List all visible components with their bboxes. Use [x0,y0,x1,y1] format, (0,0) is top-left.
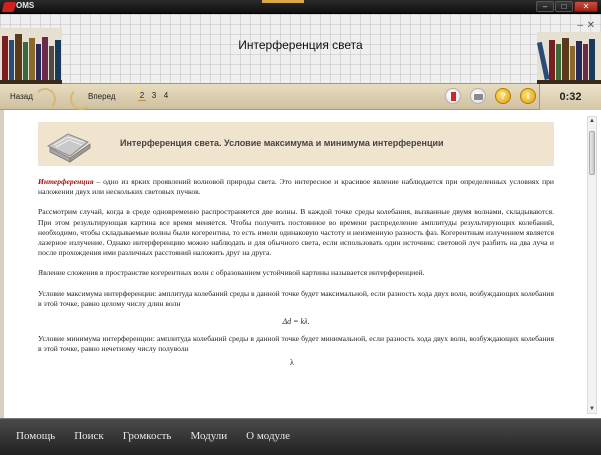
back-button[interactable]: Назад [6,88,64,110]
window-controls: – □ ✕ [536,1,598,12]
app-logo-icon [1,2,17,12]
forward-label: Вперед [88,92,116,101]
menu-volume[interactable]: Громкость [123,430,172,442]
header: Интерференция света – ✕ [0,14,601,84]
content-area: Интерференция света. Условие максимума и… [0,110,601,418]
term-interference: Интерференция [38,177,94,186]
menu-search[interactable]: Поиск [74,430,104,442]
open-book-icon [46,133,91,163]
vertical-scrollbar[interactable]: ▲ ▼ [587,116,597,414]
menu-help[interactable]: Помощь [16,430,55,442]
page-navigation: 2 3 4 [138,91,170,101]
paragraph-maximum: Условие максимума интерференции: амплиту… [38,288,554,308]
panel-minimize-button[interactable]: – [577,20,583,31]
back-arrow-icon [34,88,56,110]
page-title: Интерференция света [238,38,363,52]
scroll-thumb[interactable] [589,131,595,175]
bottom-menu: Помощь Поиск Громкость Модули О модуле [16,430,290,442]
paragraph-minimum: Условие минимума интерференции: амплитуд… [38,334,554,354]
page-link-3[interactable]: 3 [150,91,158,101]
menu-modules[interactable]: Модули [190,430,227,442]
topic-banner: Интерференция света. Условие максимума и… [38,122,554,166]
formula-minimum-partial: λ [290,358,294,368]
bookshelf-right-image [537,32,601,84]
bookshelf-left-image [0,28,62,84]
info-icon[interactable]: i [520,88,536,104]
panel-close-button[interactable]: ✕ [587,20,595,31]
page-link-2[interactable]: 2 [138,91,146,101]
menu-about[interactable]: О модуле [246,430,290,442]
window-titlebar: OMS – □ ✕ [0,0,601,14]
bottom-menu-bar: Помощь Поиск Громкость Модули О модуле [0,418,601,455]
page-link-4[interactable]: 4 [162,91,170,101]
titlebar-accent [262,0,304,3]
paragraph-phenomenon: Явление сложения в пространстве когерент… [38,268,425,278]
toolbar: ? i [445,88,536,104]
forward-button[interactable]: Вперед [70,88,130,110]
navigation-bar: Назад Вперед 2 3 4 ? i 0:32 [0,84,601,110]
close-button[interactable]: ✕ [574,1,598,12]
bookmark-icon[interactable] [445,88,461,104]
maximize-button[interactable]: □ [555,1,573,12]
app-title: OMS [16,1,35,10]
help-icon[interactable]: ? [495,88,511,104]
paragraph-definition: Интерференция – одно из ярких проявлений… [38,177,554,197]
back-label: Назад [10,92,33,101]
scroll-down-icon[interactable]: ▼ [588,405,596,413]
timer: 0:32 [539,84,601,110]
print-icon[interactable] [470,88,486,104]
topic-title: Интерференция света. Условие максимума и… [120,138,444,148]
lesson-content: Интерференция света. Условие максимума и… [34,122,558,416]
paragraph-definition-text: – одно из ярких проявлений волновой прир… [38,177,554,197]
formula-maximum: Δd = kλ. [282,317,310,327]
scroll-up-icon[interactable]: ▲ [588,117,596,125]
paragraph-coherence: Рассмотрим случай, когда в среде одновре… [38,207,554,258]
minimize-button[interactable]: – [536,1,554,12]
forward-arrow-icon [70,88,92,110]
